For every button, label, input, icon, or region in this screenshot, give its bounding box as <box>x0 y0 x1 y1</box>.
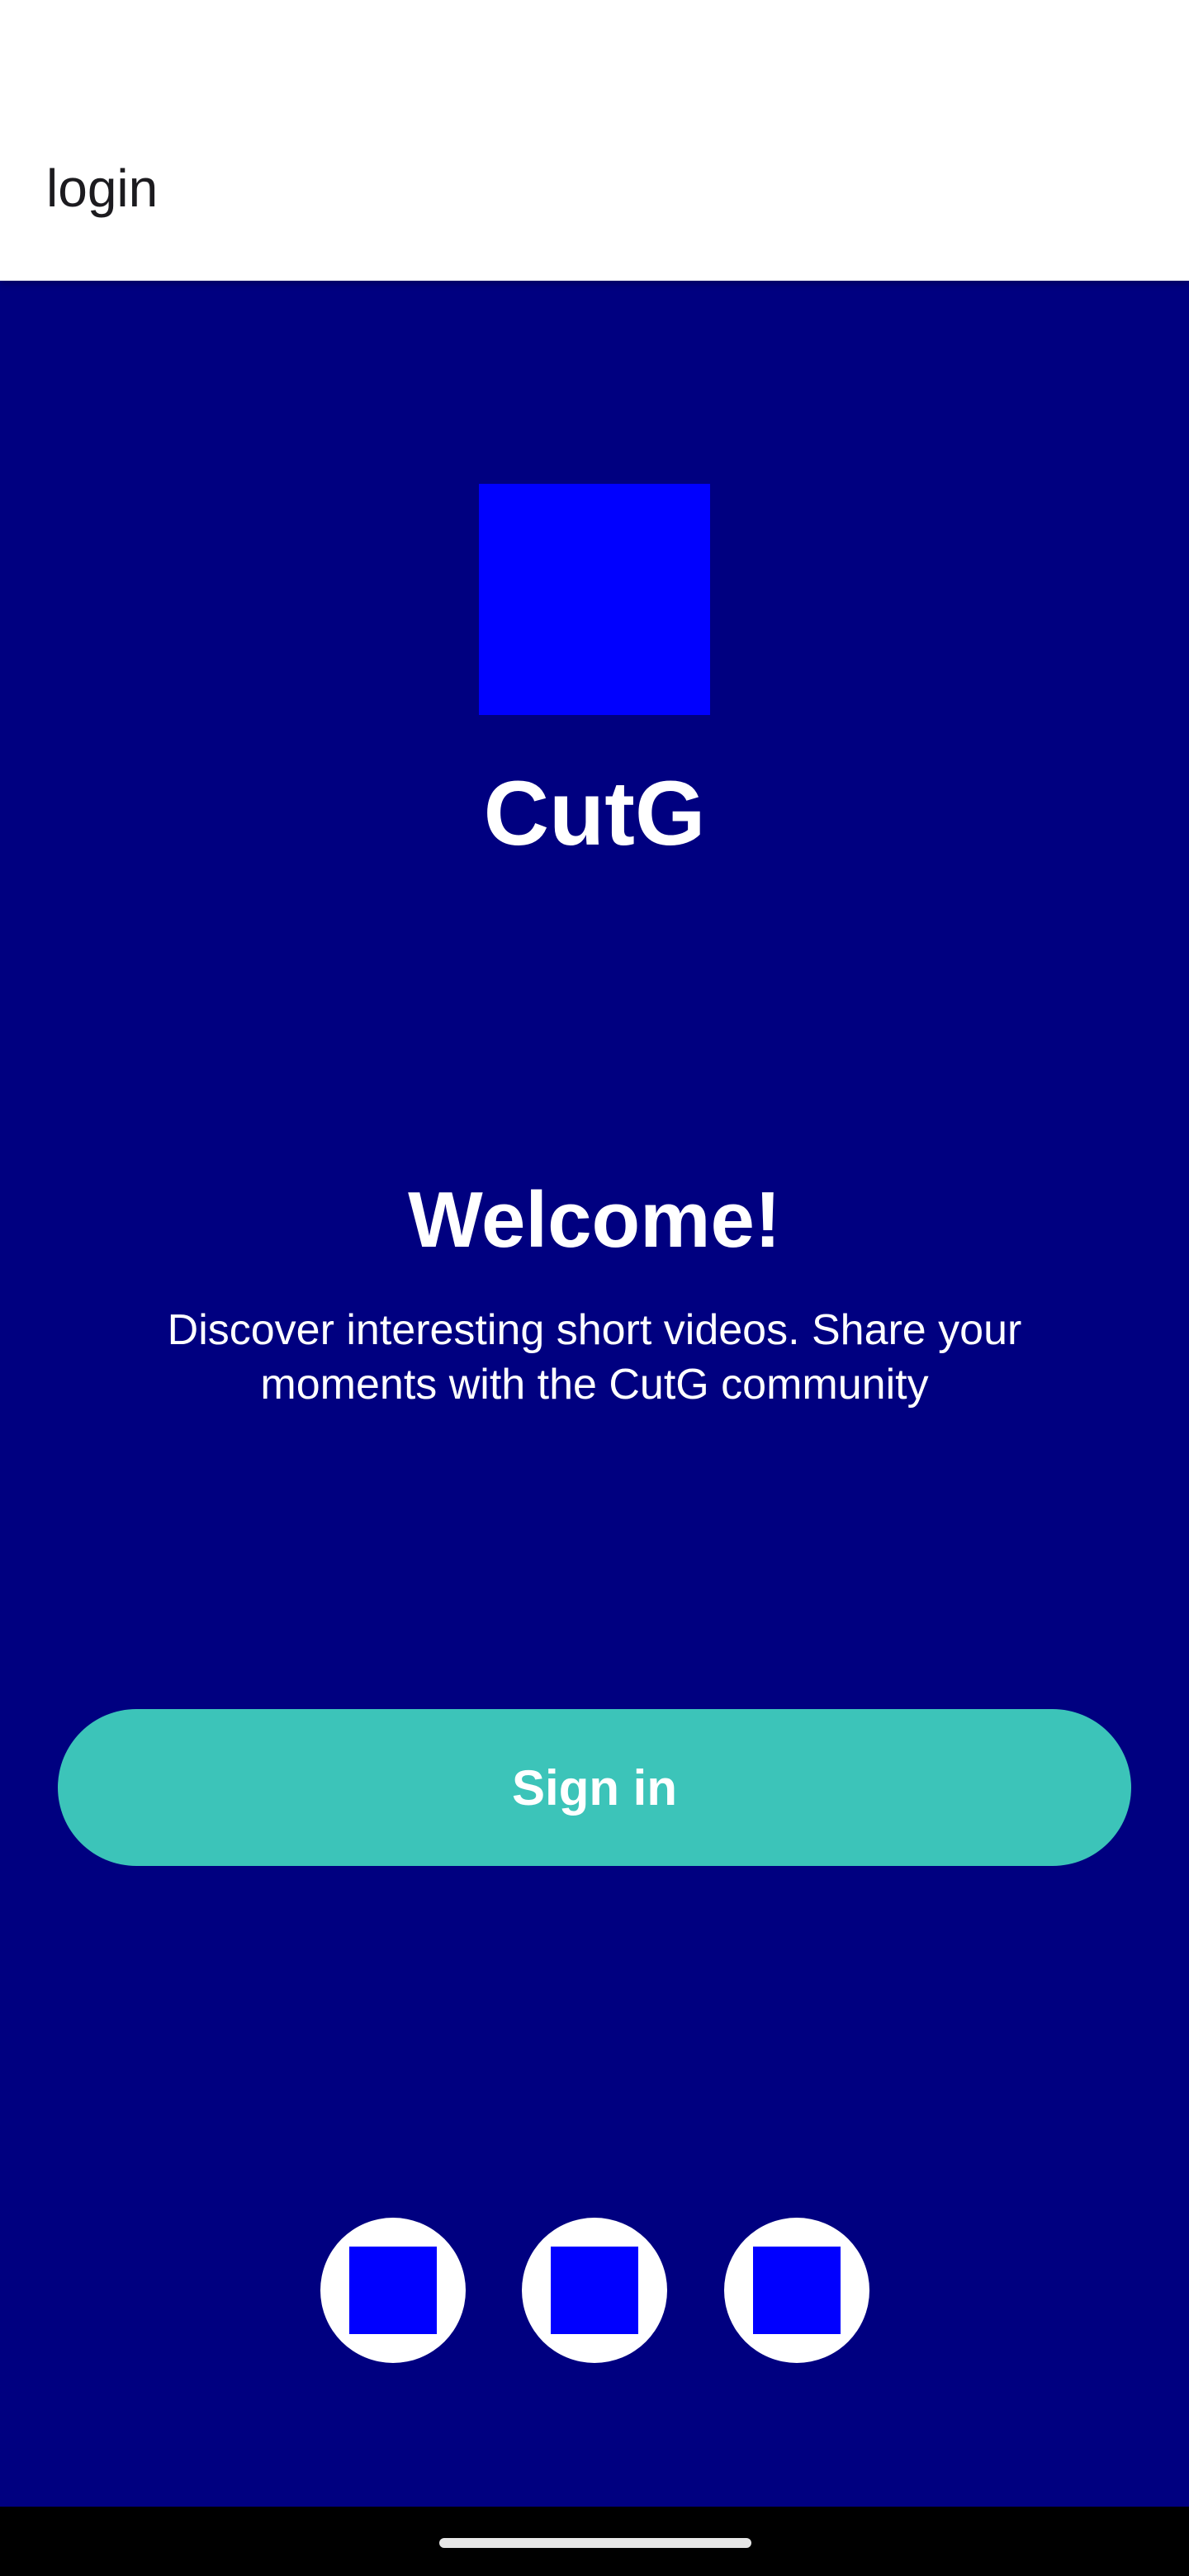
app-bar: login <box>0 0 1189 281</box>
page-title: login <box>46 159 159 218</box>
app-logo-icon <box>479 484 710 715</box>
social-login-icon <box>753 2247 841 2334</box>
social-login-row <box>0 2218 1189 2363</box>
home-indicator[interactable] <box>439 2538 751 2548</box>
social-login-icon <box>551 2247 638 2334</box>
login-screen: CutG Welcome! Discover interesting short… <box>0 281 1189 2507</box>
welcome-title: Welcome! <box>408 1176 781 1264</box>
welcome-description: Discover interesting short videos. Share… <box>167 1306 1022 1409</box>
social-login-button-1[interactable] <box>320 2218 466 2363</box>
social-login-button-3[interactable] <box>724 2218 869 2363</box>
app-name: CutG <box>483 763 706 864</box>
system-navigation-bar <box>0 2507 1189 2576</box>
social-login-button-2[interactable] <box>522 2218 667 2363</box>
social-login-icon <box>349 2247 437 2334</box>
sign-in-button[interactable]: Sign in <box>58 1709 1131 1866</box>
